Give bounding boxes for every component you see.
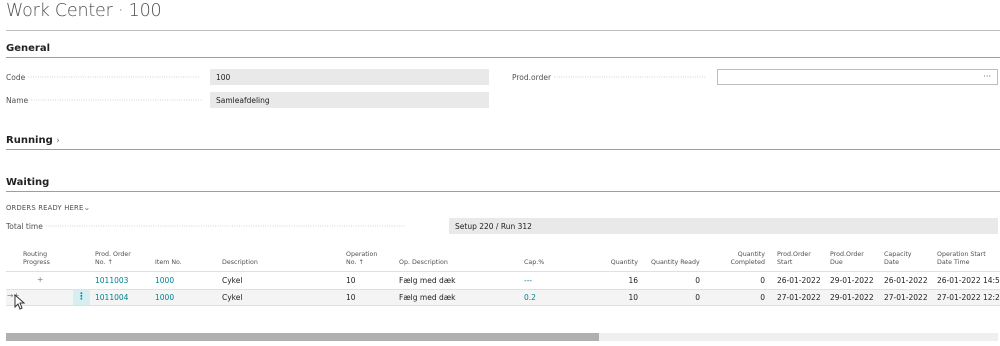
op-description-cell: Fælg med dæk (399, 293, 456, 302)
header-operation-no[interactable]: Operation No. ↑ (346, 251, 377, 267)
operation-no-cell: 10 (346, 276, 356, 285)
description-cell: Cykel (222, 276, 243, 285)
name-label: Name ···································… (6, 96, 203, 105)
start-date-cell: 27-01-2022 (777, 293, 821, 302)
header-prod-order-due[interactable]: Prod.Order Due (830, 251, 864, 267)
item-no-link[interactable]: 1000 (155, 276, 174, 285)
header-quantity[interactable]: Quantity (590, 259, 638, 267)
cap-pct-link[interactable]: 0.2 (524, 293, 536, 302)
header-routing-progress[interactable]: Routing Progress (23, 251, 50, 267)
page-title: Work Center · 100 (6, 1, 162, 21)
header-quantity-completed[interactable]: Quantity Completed (720, 251, 765, 267)
prod-order-field[interactable]: ··· (717, 69, 998, 85)
header-operation-start-date-time[interactable]: Operation Start Date Time (937, 251, 986, 267)
quantity-ready-cell: 0 (695, 276, 700, 285)
row-divider (6, 305, 1000, 306)
capacity-date-cell: 27-01-2022 (884, 293, 928, 302)
chevron-right-icon: › (56, 136, 60, 146)
running-divider (6, 149, 1000, 150)
capacity-date-cell: 26-01-2022 (884, 276, 928, 285)
due-date-cell: 29-01-2022 (830, 293, 874, 302)
due-date-cell: 29-01-2022 (830, 276, 874, 285)
general-divider (6, 57, 1000, 58)
cap-pct-link[interactable]: --- (524, 276, 532, 285)
prod-order-no-link[interactable]: 1011004 (95, 293, 128, 302)
lookup-ellipsis-icon[interactable]: ··· (983, 72, 991, 81)
header-capacity-date[interactable]: Capacity Date (884, 251, 912, 267)
header-prod-order-start[interactable]: Prod.Order Start (777, 251, 811, 267)
header-quantity-ready[interactable]: Quantity Ready (651, 259, 700, 267)
running-section-title[interactable]: Running › (6, 135, 60, 146)
routing-progress-plus-icon[interactable]: + (37, 275, 43, 284)
name-field[interactable]: Samleafdeling (210, 92, 489, 108)
quantity-ready-cell: 0 (695, 293, 700, 302)
title-divider (6, 30, 1000, 31)
mouse-pointer-icon (14, 294, 26, 310)
header-op-description[interactable]: Op. Description (399, 259, 448, 267)
orders-ready-here-label[interactable]: ORDERS READY HERE⌄ (6, 203, 90, 212)
code-field[interactable]: 100 (210, 69, 489, 85)
horizontal-scrollbar-thumb[interactable] (6, 333, 599, 341)
header-item-no[interactable]: Item No. (155, 259, 182, 267)
general-section-title[interactable]: General (6, 43, 50, 54)
quantity-cell: 16 (628, 276, 638, 285)
header-cap-pct[interactable]: Cap.% (524, 259, 544, 267)
waiting-section-title[interactable]: Waiting (6, 177, 49, 188)
chevron-down-icon: ⌄ (83, 203, 91, 212)
description-cell: Cykel (222, 293, 243, 302)
header-description[interactable]: Description (222, 259, 258, 267)
prod-order-no-link[interactable]: 1011003 (95, 276, 128, 285)
quantity-completed-cell: 0 (760, 293, 765, 302)
total-time-label: Total time ·····························… (6, 222, 406, 231)
header-row-divider (6, 271, 1000, 272)
row-actions-kebab-icon[interactable]: ⋮ (73, 290, 90, 305)
prod-order-label: Prod.order ·····························… (512, 73, 707, 82)
op-description-cell: Fælg med dæk (399, 276, 456, 285)
header-prod-order-no[interactable]: Prod. Order No. ↑ (95, 251, 131, 267)
quantity-completed-cell: 0 (760, 276, 765, 285)
operation-no-cell: 10 (346, 293, 356, 302)
item-no-link[interactable]: 1000 (155, 293, 174, 302)
quantity-cell: 10 (628, 293, 638, 302)
operation-start-cell: 27-01-2022 12:2 (937, 293, 1000, 302)
code-label: Code ···································… (6, 73, 200, 82)
start-date-cell: 26-01-2022 (777, 276, 821, 285)
operation-start-cell: 26-01-2022 14:5 (937, 276, 1000, 285)
waiting-divider (6, 191, 1000, 192)
total-time-field: Setup 220 / Run 312 (449, 218, 998, 234)
